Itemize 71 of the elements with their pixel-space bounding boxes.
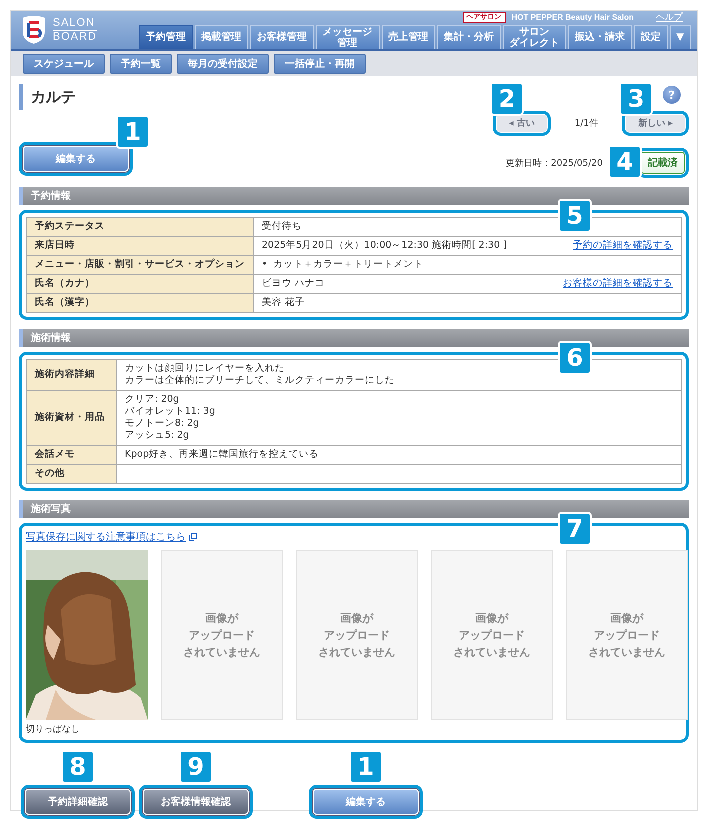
nav-tab[interactable]: 設定 [634,25,668,49]
confirm-button[interactable]: 予約詳細確認 [25,789,131,815]
field-label: 予約ステータス [26,218,254,236]
callout-number: 1 [349,750,383,784]
value-text: Kpop好き、再来週に韓国旅行を控えている [125,449,320,461]
external-link-icon [189,533,197,541]
value-text: 受付待ち [262,221,302,233]
value-text: アッシュ5: 2g [125,430,190,442]
callout-number: 2 [490,82,524,116]
page-title: カルテ [19,84,76,110]
list-item: • カット＋カラー＋トリートメント [262,259,424,271]
callout-number: 5 [558,199,592,233]
photo-caption: 切りっぱなし [26,724,81,736]
empty-photo-slot: 画像が アップロード されていません [566,550,688,720]
callout-number: 4 [608,145,642,179]
subnav-button[interactable]: 予約一覧 [110,54,172,74]
section-header: 施術情報 [19,329,689,347]
nav-tab[interactable]: お客様管理 [250,25,314,49]
confirm-button[interactable]: お客様情報確認 [143,789,249,815]
callout-number: 7 [558,512,592,546]
section-header: 予約情報 [19,187,689,205]
edit-button[interactable]: 編集する [23,146,129,172]
logo-icon [21,15,47,45]
field-label: 氏名（漢字） [26,294,254,312]
value-text: 美容 花子 [262,297,306,309]
nav-tab[interactable]: 振込・請求 [568,25,632,49]
notice-link[interactable]: 写真保存に関する注意事項はこちら [26,530,186,544]
field-label: 会話メモ [26,446,116,464]
nav-tab[interactable]: 集計・分析 [437,25,501,49]
updated-date: 更新日時：2025/05/20 [506,158,603,170]
nav-tab[interactable]: 予約管理 [139,25,193,49]
section-header: 施術写真 [19,500,689,518]
field-label: 施術資材・用品 [26,390,116,446]
value-text: クリア: 20g [125,394,180,406]
logo-text: SALON [53,16,98,30]
nav-tab[interactable]: サロン ダイレクト [502,25,566,49]
callout-number: 9 [179,750,213,784]
nav-tab[interactable]: メッセージ 管理 [316,25,380,49]
value-text: バイオレット11: 3g [125,406,216,418]
subnav-button[interactable]: 一括停止・再開 [274,54,366,74]
nav-tab[interactable]: ▼ [670,25,691,49]
value-text: カラーは全体的にブリーチして、ミルクティーカラーにした [125,375,395,387]
field-label: 氏名（カナ） [26,274,254,294]
status-badge: 記載済 [641,152,685,174]
field-label: メニュー・店販・割引・サービス・オプション [26,256,254,274]
page-count: 1/1件 [574,118,598,130]
field-label: 施術内容詳細 [26,360,116,390]
edit-button[interactable]: 編集する [313,789,419,815]
field-label: その他 [26,464,116,484]
detail-link[interactable]: お客様の詳細を確認する [563,278,673,290]
callout-number: 8 [61,750,95,784]
empty-photo-slot: 画像が アップロード されていません [296,550,418,720]
field-label: 来店日時 [26,236,254,256]
help-link[interactable]: ヘルプ [656,11,683,24]
empty-photo-slot: 画像が アップロード されていません [161,550,283,720]
logo-text: BOARD [53,30,98,44]
subnav-button[interactable]: 毎月の受付設定 [177,54,269,74]
value-text: カットは顔回りにレイヤーを入れた [125,363,286,375]
callout-number: 3 [619,82,654,116]
brand-name: HOT PEPPER Beauty Hair Salon [512,13,634,22]
subnav-button[interactable]: スケジュール [23,54,105,74]
callout-number: 6 [558,341,592,375]
help-icon[interactable]: ? [663,86,681,104]
detail-link[interactable]: 予約の詳細を確認する [573,240,673,252]
value-text: ビヨウ ハナコ [262,278,326,290]
value-text: モノトーン8: 2g [125,418,200,430]
callout-number: 1 [116,115,150,149]
value-text: 2025年5月20日（火）10:00～12:30 施術時間[ 2:30 ] [262,240,507,252]
nav-tab[interactable]: 売上管理 [382,25,436,49]
nav-tab[interactable]: 掲載管理 [194,25,248,49]
empty-photo-slot: 画像が アップロード されていません [431,550,553,720]
